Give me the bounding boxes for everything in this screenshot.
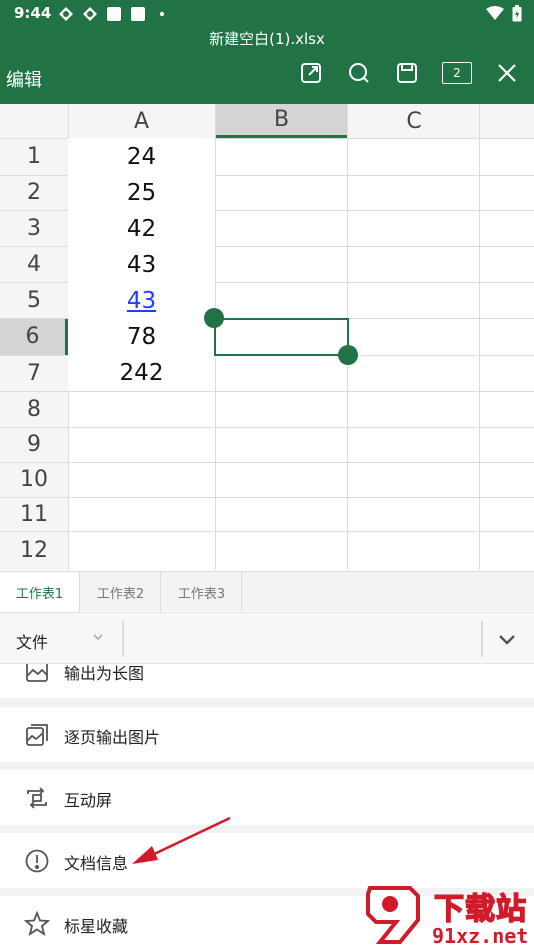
cell-a6[interactable]: 78	[68, 319, 215, 355]
info-icon	[25, 849, 49, 873]
page-images-icon	[26, 724, 48, 746]
menu-item-label: 输出为长图	[64, 664, 145, 683]
chevron-down-icon[interactable]	[92, 631, 104, 643]
cell-a2[interactable]: 25	[68, 175, 215, 211]
close-button[interactable]	[494, 60, 520, 86]
selected-cell-b6[interactable]	[214, 318, 349, 356]
menu-item-label: 逐页输出图片	[64, 728, 161, 747]
row-header[interactable]: 12	[0, 531, 68, 570]
cell-a3[interactable]: 42	[68, 211, 215, 247]
grid-line	[0, 462, 534, 463]
star-icon	[24, 911, 50, 936]
menu-item-interactive-screen[interactable]: 互动屏	[0, 770, 534, 825]
grid-line	[0, 531, 534, 532]
row-header[interactable]: 10	[0, 462, 68, 497]
row-header[interactable]: 11	[0, 497, 68, 531]
grid-corner[interactable]	[0, 104, 68, 138]
grid-line	[0, 391, 534, 392]
divider	[481, 621, 483, 657]
menu-item-export-long-image[interactable]: 输出为长图	[0, 664, 534, 698]
save-icon	[397, 63, 417, 83]
long-image-icon	[26, 664, 48, 682]
row-header-selected[interactable]: 6	[0, 318, 68, 355]
row-header[interactable]: 1	[0, 138, 68, 175]
document-title: 新建空白(1).xlsx	[209, 30, 325, 48]
menu-item-label: 文档信息	[64, 854, 129, 873]
cell-a5-link[interactable]: 43	[68, 282, 215, 319]
spreadsheet-grid[interactable]: A B C 1 2 3 4 5 6 7 8 9 10 11 12 24 25 4…	[0, 104, 534, 570]
search-button[interactable]	[346, 60, 372, 86]
row-header[interactable]: 4	[0, 246, 68, 282]
row-header[interactable]: 7	[0, 355, 68, 391]
row-header[interactable]: 2	[0, 175, 68, 210]
cell-a4[interactable]: 43	[68, 247, 215, 282]
row-header[interactable]: 9	[0, 427, 68, 462]
selection-handle-end[interactable]	[338, 345, 358, 365]
divider	[122, 621, 124, 657]
collapse-panel-icon[interactable]	[496, 629, 518, 651]
system-status-icons	[486, 5, 522, 22]
interactive-screen-icon	[27, 787, 47, 809]
menu-item-label: 互动屏	[64, 791, 113, 810]
cell-a7[interactable]: 242	[68, 355, 215, 391]
notification-icons	[58, 6, 170, 22]
row-header[interactable]: 5	[0, 282, 68, 318]
app-notification-icon	[107, 7, 121, 21]
sync-icon	[59, 7, 73, 21]
close-icon	[498, 64, 516, 82]
selection-handle-start[interactable]	[204, 308, 224, 328]
wifi-icon	[486, 6, 504, 20]
status-time: 9:44	[14, 4, 52, 22]
menu-item-export-page-images[interactable]: 逐页输出图片	[0, 707, 534, 762]
watermark-domain: 91xz.net	[432, 924, 529, 948]
sheet-tab-3[interactable]: 工作表3	[162, 572, 242, 612]
app-notification-icon	[131, 7, 145, 21]
watermark-logo-icon	[366, 886, 420, 944]
grid-line	[0, 427, 534, 428]
row-header[interactable]: 8	[0, 391, 68, 427]
save-button[interactable]	[394, 60, 420, 86]
battery-icon	[512, 5, 522, 22]
more-dot-icon	[159, 11, 165, 17]
top-toolbar: 2	[298, 60, 520, 86]
column-header-d[interactable]	[480, 104, 534, 138]
menu-item-label: 标星收藏	[64, 917, 129, 936]
sheet-tabs: 工作表1 工作表2 工作表3	[0, 571, 534, 612]
site-watermark: 下载站 91xz.net	[360, 880, 534, 950]
column-header-b[interactable]: B	[215, 104, 348, 138]
window-count-button[interactable]: 2	[442, 62, 472, 84]
file-menu-label[interactable]: 文件	[16, 629, 48, 653]
cell-a1[interactable]: 24	[68, 138, 215, 175]
share-button[interactable]	[298, 60, 324, 86]
search-icon	[349, 63, 369, 83]
status-bar: 9:44	[0, 0, 534, 28]
column-header-a[interactable]: A	[68, 104, 215, 138]
edit-button[interactable]: 编辑	[6, 66, 42, 92]
share-icon	[301, 63, 321, 83]
row-header[interactable]: 3	[0, 210, 68, 246]
grid-line	[479, 104, 480, 570]
sheet-tab-1[interactable]: 工作表1	[0, 572, 80, 612]
sync-icon	[83, 7, 97, 21]
app-header: 9:44 新建空白(1).xlsx 编辑 2	[0, 0, 534, 104]
menu-category-bar: 文件	[0, 612, 534, 664]
grid-line	[0, 497, 534, 498]
sheet-tab-2[interactable]: 工作表2	[81, 572, 161, 612]
watermark-brand: 下载站	[433, 891, 527, 928]
column-header-c[interactable]: C	[348, 104, 480, 138]
